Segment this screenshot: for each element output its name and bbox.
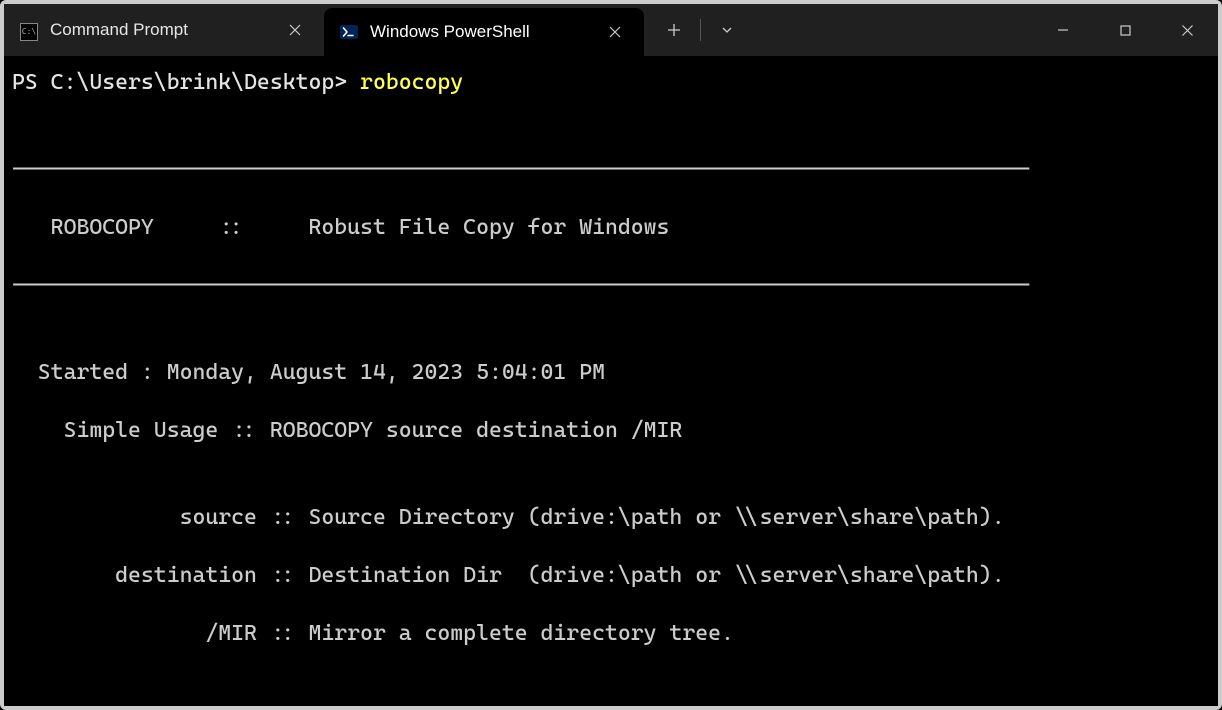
output-simple-usage: Simple Usage :: ROBOCOPY source destinat… [12, 416, 1210, 445]
tab-title: Command Prompt [50, 20, 268, 40]
tab-powershell[interactable]: Windows PowerShell [324, 8, 644, 56]
minimize-button[interactable] [1032, 4, 1094, 56]
titlebar: C:\ Command Prompt Windows PowerShell [4, 4, 1218, 56]
tab-actions [644, 4, 749, 56]
terminal-output[interactable]: PS C:\Users\brink\Desktop> robocopy ----… [4, 56, 1218, 706]
command-text: robocopy [360, 70, 463, 95]
window-controls [1032, 4, 1218, 56]
new-tab-button[interactable] [652, 10, 696, 50]
output-started: Started : Monday, August 14, 2023 5:04:0… [12, 358, 1210, 387]
output-destination: destination :: Destination Dir (drive:\p… [12, 561, 1210, 590]
tab-command-prompt[interactable]: C:\ Command Prompt [4, 4, 324, 56]
prompt-path: PS C:\Users\brink\Desktop> [12, 70, 347, 95]
divider [700, 19, 701, 41]
output-mir: /MIR :: Mirror a complete directory tree… [12, 619, 1210, 648]
cmd-icon: C:\ [20, 21, 38, 39]
output-divider: ----------------------------------------… [12, 271, 1210, 300]
output-source: source :: Source Directory (drive:\path … [12, 503, 1210, 532]
output-header: ROBOCOPY :: Robust File Copy for Windows [12, 213, 1210, 242]
tab-dropdown-button[interactable] [705, 10, 749, 50]
close-window-button[interactable] [1156, 4, 1218, 56]
tabs-container: C:\ Command Prompt Windows PowerShell [4, 4, 644, 56]
powershell-icon [340, 23, 358, 41]
tab-title: Windows PowerShell [370, 22, 588, 42]
close-icon[interactable] [280, 15, 310, 45]
maximize-button[interactable] [1094, 4, 1156, 56]
close-icon[interactable] [600, 17, 630, 47]
output-divider: ----------------------------------------… [12, 155, 1210, 184]
